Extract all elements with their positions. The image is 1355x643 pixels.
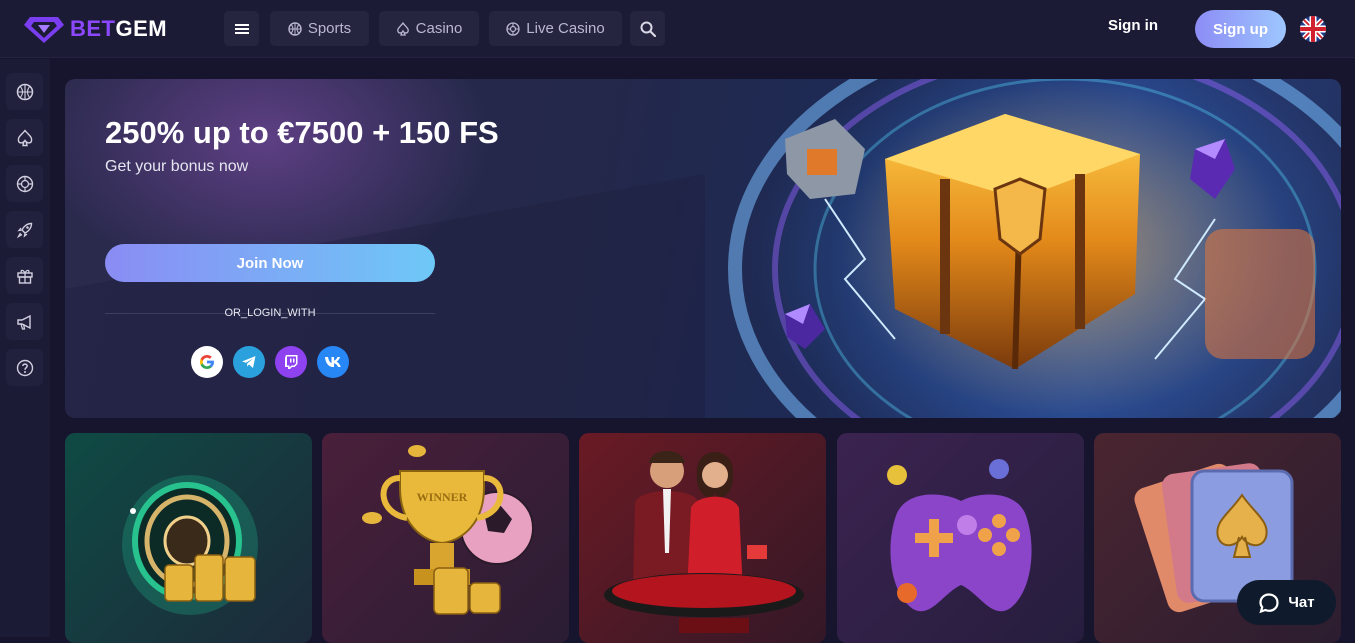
chat-label: Чат bbox=[1288, 594, 1315, 611]
roulette-wheel-icon bbox=[122, 475, 258, 615]
sidebar-item-crash[interactable] bbox=[6, 211, 43, 248]
gem-logo-icon bbox=[24, 17, 64, 43]
nav-sports-label: Sports bbox=[307, 20, 352, 37]
roulette-icon bbox=[16, 175, 33, 192]
join-now-button[interactable]: Join Now bbox=[105, 244, 435, 282]
purple-gem bbox=[1190, 139, 1235, 199]
twitch-icon bbox=[285, 355, 298, 369]
banner-title: 250% up to €7500 + 150 FS bbox=[105, 115, 499, 150]
logo-text-gem: GEM bbox=[115, 16, 168, 41]
sign-up-button[interactable]: Sign up bbox=[1195, 10, 1286, 48]
telegram-icon bbox=[242, 356, 256, 368]
rocket-icon bbox=[16, 222, 32, 238]
uk-flag-icon[interactable] bbox=[1300, 16, 1326, 42]
category-tile-games[interactable] bbox=[837, 433, 1084, 643]
spade-icon bbox=[396, 21, 409, 36]
telegram-login-button[interactable] bbox=[233, 346, 265, 378]
spade-icon bbox=[17, 128, 32, 146]
basketball-icon bbox=[288, 21, 302, 36]
treasure-chest bbox=[885, 114, 1140, 370]
sidebar-item-casino[interactable] bbox=[6, 119, 43, 156]
logo-text-bet: BET bbox=[70, 16, 116, 41]
basketball-icon bbox=[16, 83, 33, 100]
nav-sports[interactable]: Sports bbox=[270, 11, 369, 46]
vk-login-button[interactable] bbox=[317, 346, 349, 378]
help-icon bbox=[16, 359, 33, 376]
vk-icon bbox=[325, 357, 341, 367]
search-button[interactable] bbox=[630, 11, 665, 46]
megaphone-icon bbox=[16, 314, 31, 330]
nav-live-casino[interactable]: Live Casino bbox=[489, 11, 622, 46]
top-bar: BETGEM Sports Casino Live Casino Sign in… bbox=[0, 0, 1355, 58]
nav-casino[interactable]: Casino bbox=[379, 11, 479, 46]
sign-in-link[interactable]: Sign in bbox=[1108, 17, 1158, 34]
category-tile-sports[interactable]: WINNER bbox=[322, 433, 569, 643]
search-icon bbox=[640, 21, 656, 37]
banner-subtitle: Get your bonus now bbox=[105, 158, 249, 175]
or-login-with-label: OR_LOGIN_WITH bbox=[224, 307, 316, 319]
trophy-icon: WINNER bbox=[362, 445, 534, 615]
nav-live-casino-label: Live Casino bbox=[526, 20, 605, 37]
roulette-icon bbox=[506, 21, 520, 36]
sidebar-item-help[interactable] bbox=[6, 349, 43, 386]
sidebar-item-news[interactable] bbox=[6, 303, 43, 340]
sidebar bbox=[0, 59, 50, 637]
category-tile-live-dealers[interactable] bbox=[579, 433, 826, 643]
gamepad-icon bbox=[887, 459, 1032, 612]
nav-casino-label: Casino bbox=[415, 20, 463, 37]
gift-icon bbox=[16, 269, 33, 284]
google-icon bbox=[200, 355, 214, 369]
dealers-icon bbox=[604, 451, 804, 633]
menu-button[interactable] bbox=[224, 11, 259, 46]
category-tile-roulette[interactable] bbox=[65, 433, 312, 643]
betgem-logo[interactable]: BETGEM bbox=[24, 12, 167, 46]
trophy-text: WINNER bbox=[417, 490, 468, 504]
chat-bubble-icon bbox=[1259, 592, 1279, 613]
chat-button[interactable]: Чат bbox=[1237, 580, 1336, 625]
hamburger-icon bbox=[234, 23, 249, 34]
sidebar-item-live-casino[interactable] bbox=[6, 165, 43, 202]
twitch-login-button[interactable] bbox=[275, 346, 307, 378]
google-login-button[interactable] bbox=[191, 346, 223, 378]
promo-banner: 250% up to €7500 + 150 FS Get your bonus… bbox=[65, 79, 1341, 418]
sidebar-item-sports[interactable] bbox=[6, 73, 43, 110]
sidebar-item-promotions[interactable] bbox=[6, 257, 43, 294]
